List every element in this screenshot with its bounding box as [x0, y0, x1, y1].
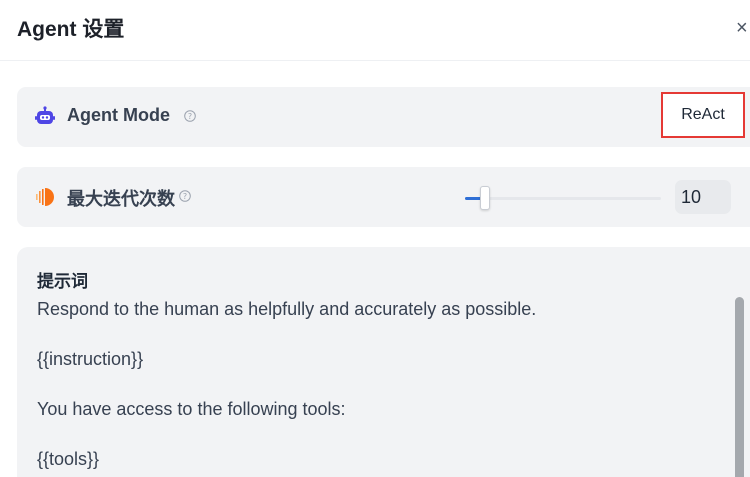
iterations-input[interactable]: 10: [675, 180, 731, 214]
svg-text:?: ?: [183, 192, 187, 201]
iteration-icon: [36, 188, 54, 206]
iterations-slider[interactable]: [465, 186, 661, 210]
prompt-line: {{instruction}}: [37, 349, 144, 369]
prompt-scrollbar[interactable]: [735, 297, 744, 477]
max-iterations-label: 最大迭代次数: [67, 189, 175, 209]
close-icon[interactable]: ×: [736, 16, 748, 40]
prompt-line: You have access to the following tools:: [37, 399, 346, 419]
svg-text:?: ?: [188, 112, 192, 121]
dialog-title: Agent 设置: [17, 18, 125, 41]
robot-icon: [35, 106, 55, 124]
agent-mode-label: Agent Mode: [67, 105, 170, 125]
prompt-line: Respond to the human as helpfully and ac…: [37, 299, 537, 319]
prompt-editor[interactable]: 提示词 Respond to the human as helpfully an…: [17, 247, 750, 477]
max-iterations-row: 最大迭代次数 ? 10: [17, 167, 750, 227]
agent-mode-select[interactable]: ReAct: [661, 92, 745, 138]
help-icon[interactable]: ?: [179, 190, 191, 202]
prompt-label: 提示词: [37, 272, 88, 291]
agent-mode-row: Agent Mode ? ReAct: [17, 87, 750, 147]
help-icon[interactable]: ?: [184, 110, 196, 122]
prompt-text[interactable]: Respond to the human as helpfully and ac…: [37, 297, 727, 477]
slider-thumb[interactable]: [480, 186, 490, 210]
dialog-header: Agent 设置 ×: [0, 0, 750, 61]
